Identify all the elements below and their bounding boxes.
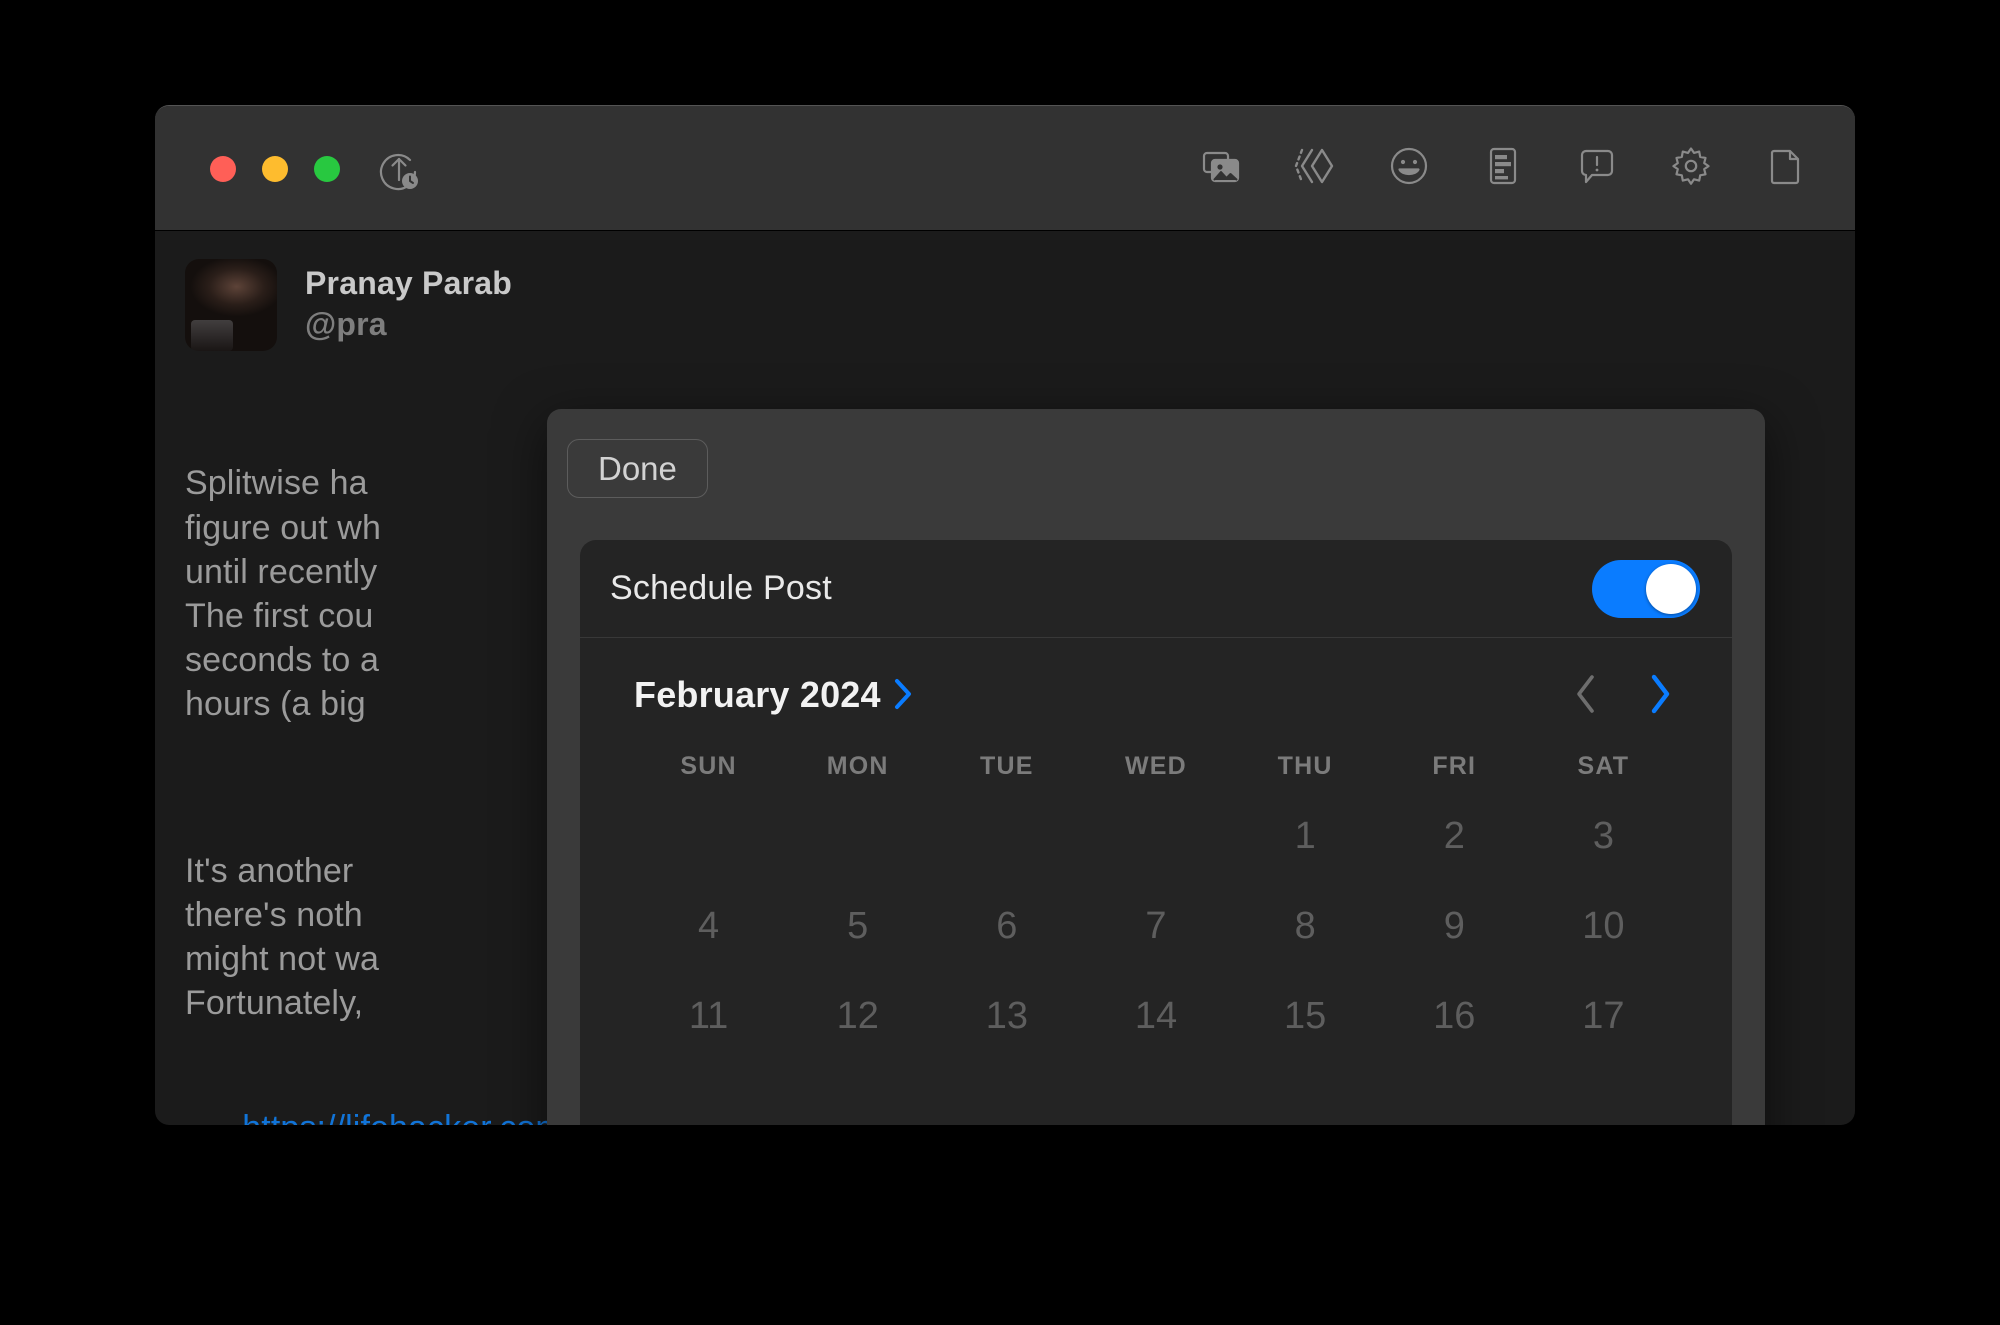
done-button[interactable]: Done [567,439,708,498]
calendar-day-empty [634,791,783,881]
chevron-right-icon [893,677,913,714]
schedule-post-toggle[interactable] [1592,559,1700,618]
author-names: Pranay Parab @pra [305,259,512,345]
alert-comment-icon[interactable] [1575,144,1619,188]
calendar-weekday: SUN [680,752,737,780]
calendar: February 2024 SUN MON TUE WED THU FRI SA… [580,638,1732,1061]
author-display-name: Pranay Parab [305,265,512,301]
file-icon[interactable] [1763,144,1807,188]
sheet-header: Done [547,409,1765,540]
calendar-prev-month-button[interactable] [1568,673,1604,718]
calendar-weekday-header: SUN MON TUE WED THU FRI SAT [634,752,1678,781]
toolbar-icon-group [1199,144,1807,188]
calendar-day-empty [932,791,1081,881]
emoji-icon[interactable] [1387,144,1431,188]
calendar-month-label: February 2024 [634,674,881,715]
image-icon[interactable] [1199,144,1243,188]
schedule-post-label: Schedule Post [610,569,832,607]
chevron-right-icon [1648,673,1672,718]
schedule-post-sheet: Done Schedule Post February 2024 SUN MON… [547,409,1765,1125]
calendar-day[interactable]: 16 [1380,971,1529,1061]
calendar-day[interactable]: 5 [783,881,932,971]
calendar-weekday: FRI [1432,752,1477,780]
avatar [185,259,277,351]
gear-icon[interactable] [1669,144,1713,188]
upload-clock-icon[interactable] [377,148,421,192]
calendar-day[interactable]: 17 [1529,971,1678,1061]
calendar-day[interactable]: 2 [1380,791,1529,881]
calendar-day[interactable]: 4 [634,881,783,971]
calendar-month-button[interactable]: February 2024 [634,674,913,716]
calendar-day-grid: 1 2 3 4 5 6 7 8 9 10 11 12 13 14 15 16 17 [634,791,1678,1061]
author-row: Pranay Parab @pra [185,259,1825,351]
calendar-day[interactable]: 6 [932,881,1081,971]
calendar-day[interactable]: 7 [1081,881,1230,971]
calendar-day[interactable]: 12 [783,971,932,1061]
text-align-icon[interactable] [1481,144,1525,188]
traffic-lights [210,156,340,182]
toggle-knob [1646,563,1696,614]
window-toolbar [155,106,1855,231]
calendar-day-empty [1081,791,1230,881]
sheet-panel: Schedule Post February 2024 SUN MON TUE … [580,540,1732,1125]
app-window: Pranay Parab @pra Splitwise ha easy to f… [155,105,1855,1125]
maximize-window-button[interactable] [314,156,340,182]
calendar-weekday: MON [826,752,889,780]
calendar-weekday: TUE [980,752,1034,780]
calendar-day[interactable]: 10 [1529,881,1678,971]
minimize-window-button[interactable] [262,156,288,182]
calendar-day[interactable]: 14 [1081,971,1230,1061]
calendar-weekday: SAT [1577,752,1630,780]
calendar-weekday: THU [1277,752,1333,780]
calendar-day[interactable]: 15 [1231,971,1380,1061]
calendar-day[interactable]: 8 [1231,881,1380,971]
schedule-post-row: Schedule Post [580,540,1732,638]
calendar-day[interactable]: 3 [1529,791,1678,881]
calendar-nav [1568,673,1678,718]
calendar-header: February 2024 [634,664,1678,726]
calendar-day-empty [783,791,932,881]
author-handle: @pra [305,305,387,342]
calendar-day[interactable]: 1 [1231,791,1380,881]
calendar-weekday: WED [1125,752,1187,780]
close-window-button[interactable] [210,156,236,182]
calendar-day[interactable]: 9 [1380,881,1529,971]
calendar-day[interactable]: 13 [932,971,1081,1061]
calendar-day[interactable]: 11 [634,971,783,1061]
calendar-next-month-button[interactable] [1642,673,1678,718]
chevron-left-icon [1574,673,1598,718]
chevrons-diamond-icon[interactable] [1293,144,1337,188]
